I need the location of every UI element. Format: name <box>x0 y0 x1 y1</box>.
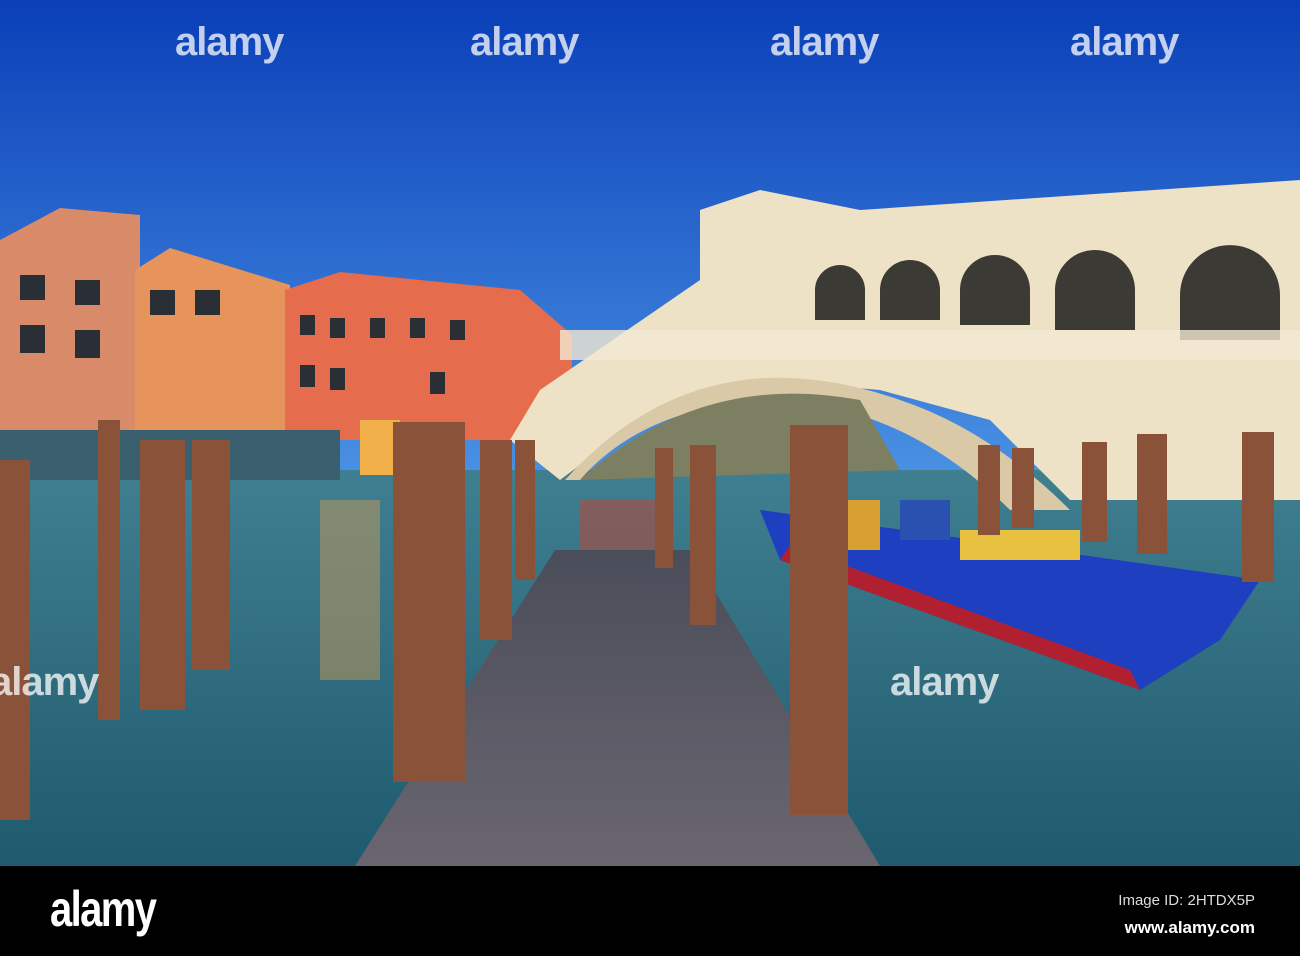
watermark: alamy <box>175 20 284 64</box>
image-id: Image ID: 2HTDX5P <box>1118 892 1255 909</box>
watermark: alamy <box>770 20 879 64</box>
watermark: alamy <box>1070 20 1179 64</box>
photo: alamy alamy alamy alamy alamy alamy alam… <box>0 0 1300 956</box>
venice-rialto-scene <box>0 0 1300 866</box>
watermark: alamy <box>0 660 99 704</box>
watermark: alamy <box>890 660 999 704</box>
bottom-bar: alamy Image ID: 2HTDX5P www.alamy.com <box>0 866 1300 956</box>
watermark: alamy <box>470 20 579 64</box>
light-reflection <box>320 500 380 680</box>
site-url: www.alamy.com <box>1124 918 1255 937</box>
alamy-logo: alamy <box>50 881 157 937</box>
